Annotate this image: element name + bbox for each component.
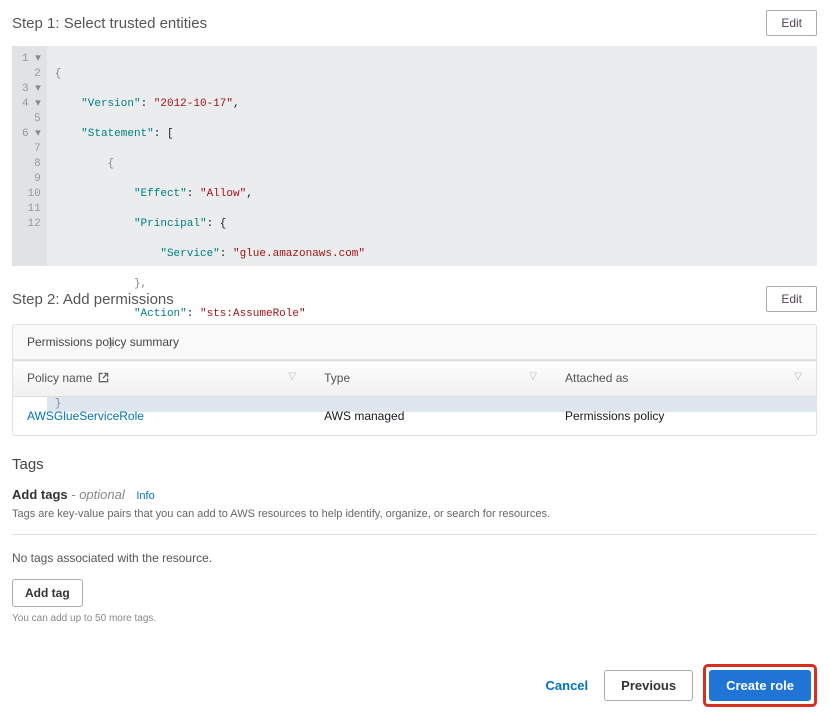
- trust-policy-editor[interactable]: 1 ▾ 2 3 ▾ 4 ▾ 5 6 ▾ 7 8 9 10 11 12 { "Ve…: [12, 46, 817, 266]
- col-attached[interactable]: Attached as ▽: [551, 361, 816, 397]
- step1-header: Step 1: Select trusted entities Edit: [12, 10, 817, 36]
- external-link-icon: [98, 372, 109, 386]
- step1-title: Step 1: Select trusted entities: [12, 15, 207, 32]
- table-header-row: Policy name ▽ Type ▽ Attached as ▽: [13, 361, 816, 397]
- step1-edit-button[interactable]: Edit: [766, 10, 817, 36]
- sort-icon[interactable]: ▽: [288, 371, 296, 382]
- create-role-button[interactable]: Create role: [709, 670, 811, 701]
- info-link[interactable]: Info: [136, 490, 154, 502]
- line-gutter: 1 ▾ 2 3 ▾ 4 ▾ 5 6 ▾ 7 8 9 10 11 12: [12, 46, 47, 266]
- step2-edit-button[interactable]: Edit: [766, 286, 817, 312]
- tags-hint: Tags are key-value pairs that you can ad…: [12, 508, 817, 520]
- add-tags-heading: Add tags - optional Info: [12, 487, 817, 502]
- step2-title: Step 2: Add permissions: [12, 291, 174, 308]
- col-type[interactable]: Type ▽: [310, 361, 551, 397]
- create-role-highlight: Create role: [703, 664, 817, 707]
- add-tag-button[interactable]: Add tag: [12, 579, 83, 607]
- no-tags-message: No tags associated with the resource.: [12, 551, 817, 565]
- code-body: { "Version": "2012-10-17", "Statement": …: [47, 46, 817, 266]
- policy-name-link[interactable]: AWSGlueServiceRole: [27, 409, 144, 423]
- sort-icon[interactable]: ▽: [529, 371, 537, 382]
- footer-actions: Cancel Previous Create role: [12, 664, 817, 707]
- tags-limit-hint: You can add up to 50 more tags.: [12, 613, 817, 624]
- tags-section-title: Tags: [12, 456, 817, 473]
- cancel-button[interactable]: Cancel: [546, 678, 589, 693]
- sort-icon[interactable]: ▽: [794, 371, 802, 382]
- previous-button[interactable]: Previous: [604, 670, 693, 701]
- col-policy-name[interactable]: Policy name ▽: [13, 361, 310, 397]
- divider: [12, 534, 817, 535]
